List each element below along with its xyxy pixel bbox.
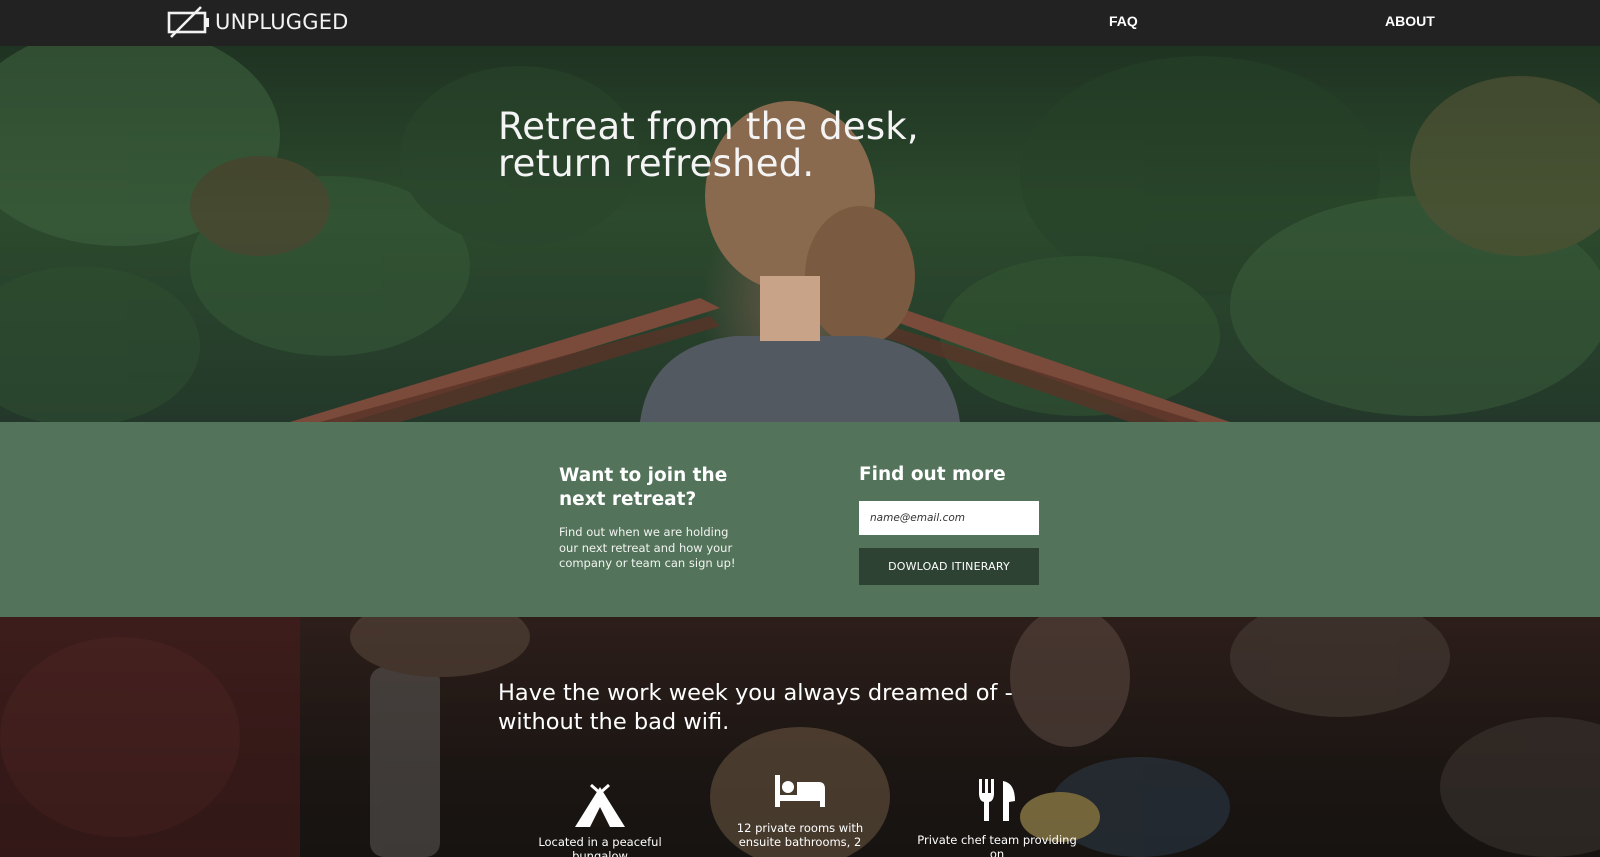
feature-item: Located in a peaceful bungalow [515, 783, 685, 857]
feature-text: Located in a peaceful bungalow [538, 835, 662, 857]
hero-headline-line1: Retreat from the desk, [498, 105, 919, 148]
brand-logo[interactable]: UNPLUGGED [167, 5, 349, 39]
hero-headline: Retreat from the desk, return refreshed. [498, 108, 919, 182]
signup-heading: Want to join the next retreat? [559, 464, 759, 512]
features-headline-line1: Have the work week you always dreamed of… [498, 680, 1013, 706]
utensils-icon [979, 779, 1015, 821]
signup-description: Find out when we are holding our next re… [559, 525, 736, 570]
hero-section: Retreat from the desk, return refreshed. [0, 46, 1600, 422]
features-headline-line2: without the bad wifi. [498, 709, 730, 735]
feature-item: Private chef team providing on [912, 777, 1082, 857]
top-navbar: UNPLUGGED FAQ ABOUT [0, 0, 1600, 46]
feature-text: Private chef team providing on [917, 833, 1077, 857]
hero-headline-line2: return refreshed. [498, 142, 815, 185]
battery-off-icon [167, 6, 209, 38]
email-input[interactable] [859, 501, 1039, 535]
signup-heading-line2: next retreat? [559, 489, 697, 510]
hero-background-image [0, 46, 1600, 422]
features-headline: Have the work week you always dreamed of… [498, 679, 1013, 737]
bed-icon [775, 775, 825, 807]
features-section: Have the work week you always dreamed of… [0, 617, 1600, 857]
signup-heading-line1: Want to join the [559, 465, 728, 486]
feature-text-line2: ensuite bathrooms, 2 [738, 835, 862, 849]
feature-item: 12 private rooms with ensuite bathrooms,… [730, 773, 870, 849]
feature-text-line1: 12 private rooms with [736, 821, 864, 835]
form-heading: Find out more [859, 464, 1006, 485]
signup-section: Want to join the next retreat? Find out … [0, 422, 1600, 617]
feature-text: 12 private rooms with ensuite bathrooms,… [730, 821, 870, 849]
nav-faq-link[interactable]: FAQ [1109, 13, 1138, 29]
brand-name: UNPLUGGED [215, 10, 349, 34]
nav-about-link[interactable]: ABOUT [1385, 13, 1435, 29]
download-itinerary-button[interactable]: DOWLOAD ITINERARY [859, 548, 1039, 585]
tent-icon [575, 783, 625, 827]
